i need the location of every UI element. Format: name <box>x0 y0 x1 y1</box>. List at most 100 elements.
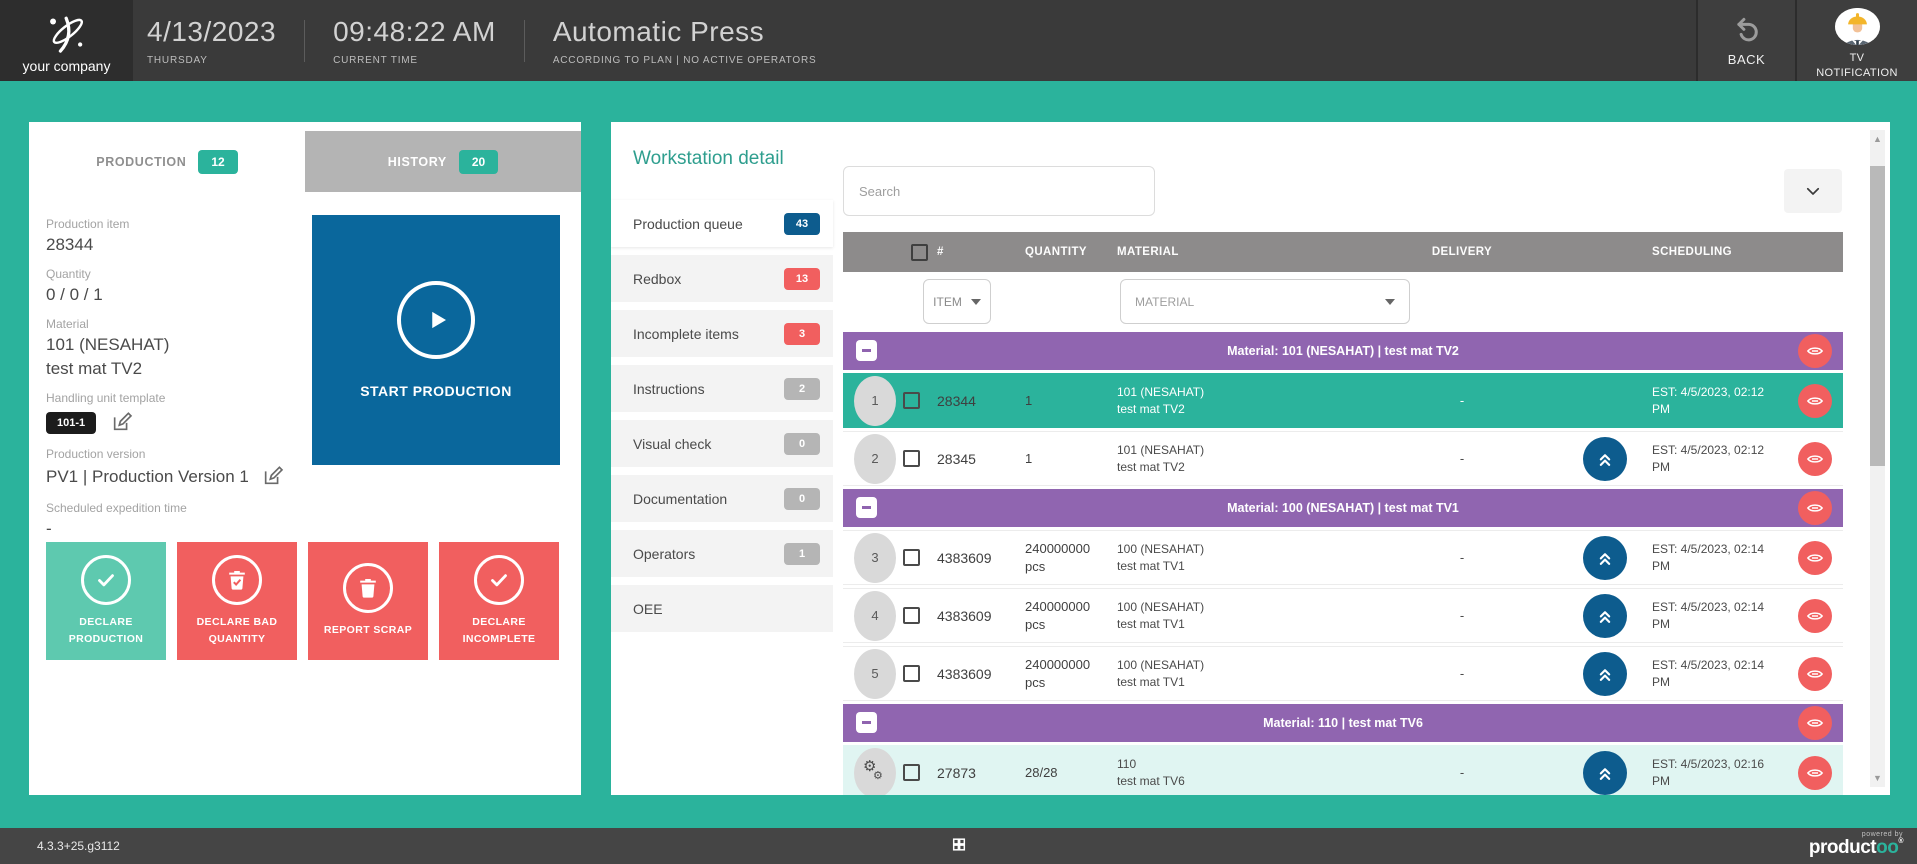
priority-up-button[interactable] <box>1583 536 1627 580</box>
material-label: Material <box>46 317 308 331</box>
collapse-group-button[interactable] <box>856 497 877 518</box>
declare-production-button[interactable]: DECLARE PRODUCTION <box>46 542 166 660</box>
row-delivery: - <box>1367 608 1557 623</box>
row-checkbox[interactable] <box>903 450 920 467</box>
declare-incomplete-button[interactable]: DECLARE INCOMPLETE <box>439 542 559 660</box>
report-scrap-button[interactable]: REPORT SCRAP <box>308 542 428 660</box>
row-eye-cell <box>1787 657 1843 691</box>
watch-row-button[interactable] <box>1798 657 1832 691</box>
top-header: your company 4/13/2023 THURSDAY 09:48:22… <box>0 0 1917 81</box>
row-item-number: 28345 <box>937 451 1025 467</box>
watch-row-button[interactable] <box>1798 384 1832 418</box>
priority-up-button[interactable] <box>1583 652 1627 696</box>
tab-production[interactable]: PRODUCTION 12 <box>29 131 305 192</box>
back-button[interactable]: BACK <box>1696 0 1795 81</box>
row-quantity-unit: pcs <box>1025 616 1117 634</box>
watch-group-button[interactable] <box>1798 706 1832 740</box>
row-material-name: test mat TV2 <box>1117 401 1367 418</box>
row-scheduling: EST: 4/5/2023, 02:14 PM <box>1652 541 1787 575</box>
menu-item-visual-check[interactable]: Visual check0 <box>611 420 833 467</box>
row-checkbox-cell <box>903 549 937 566</box>
row-item-number: 4383609 <box>937 608 1025 624</box>
select-all-checkbox[interactable] <box>911 244 928 261</box>
vertical-scrollbar[interactable]: ▲ ▼ <box>1870 130 1885 787</box>
queue-row[interactable]: ⚙⚙2787328/28110test mat TV6-EST: 4/5/202… <box>843 745 1843 795</box>
row-checkbox-cell <box>903 665 937 682</box>
menu-item-operators[interactable]: Operators1 <box>611 530 833 577</box>
undo-icon <box>1730 15 1764 45</box>
trash-check-icon <box>212 555 262 605</box>
row-material-code: 101 (NESAHAT) <box>1117 442 1367 459</box>
queue-row[interactable]: 54383609240000000pcs100 (NESAHAT)test ma… <box>843 646 1843 701</box>
watch-row-button[interactable] <box>1798 541 1832 575</box>
menu-item-badge: 0 <box>784 488 820 510</box>
menu-item-instructions[interactable]: Instructions2 <box>611 365 833 412</box>
tv-notification-button[interactable]: TV NOTIFICATION <box>1795 0 1917 81</box>
row-status-cell: 2 <box>843 434 903 484</box>
menu-item-oee[interactable]: OEE <box>611 585 833 632</box>
productoo-logo: powered by productoo® <box>1809 831 1903 857</box>
scroll-up-arrow[interactable]: ▲ <box>1870 130 1885 148</box>
watch-row-button[interactable] <box>1798 442 1832 476</box>
declare-bad-quantity-button[interactable]: DECLARE BAD QUANTITY <box>177 542 297 660</box>
priority-up-button[interactable] <box>1583 594 1627 638</box>
queue-row[interactable]: 44383609240000000pcs100 (NESAHAT)test ma… <box>843 588 1843 643</box>
row-checkbox[interactable] <box>903 607 920 624</box>
priority-up-button[interactable] <box>1583 751 1627 795</box>
watch-row-button[interactable] <box>1798 756 1832 790</box>
search-input[interactable] <box>843 166 1155 216</box>
menu-item-documentation[interactable]: Documentation0 <box>611 475 833 522</box>
queue-group-title: Material: 110 | test mat TV6 <box>843 716 1843 730</box>
row-number-circle: 5 <box>854 649 896 699</box>
row-checkbox[interactable] <box>903 549 920 566</box>
header-time: 09:48:22 AM CURRENT TIME <box>305 0 524 81</box>
row-status-cell: 3 <box>843 533 903 583</box>
row-eye-cell <box>1787 541 1843 575</box>
priority-up-button[interactable] <box>1583 437 1627 481</box>
row-checkbox[interactable] <box>903 392 920 409</box>
row-item-number: 28344 <box>937 393 1025 409</box>
production-version-value: PV1 | Production Version 1 <box>46 467 249 487</box>
menu-item-production-queue[interactable]: Production queue43 <box>611 200 833 247</box>
row-settings-circle: ⚙⚙ <box>854 748 896 796</box>
tab-history[interactable]: HISTORY 20 <box>305 131 581 192</box>
collapse-group-button[interactable] <box>856 712 877 733</box>
row-checkbox[interactable] <box>903 665 920 682</box>
edit-handling-unit-button[interactable] <box>110 411 134 435</box>
material-filter-dropdown[interactable]: MATERIAL <box>1120 279 1410 324</box>
menu-item-incomplete-items[interactable]: Incomplete items3 <box>611 310 833 357</box>
collapse-group-button[interactable] <box>856 340 877 361</box>
brand-name: productoo® <box>1809 838 1903 857</box>
menu-item-label: Incomplete items <box>633 326 784 342</box>
queue-row[interactable]: 2283451101 (NESAHAT)test mat TV2-EST: 4/… <box>843 431 1843 486</box>
tab-production-count: 12 <box>198 150 237 174</box>
row-delivery: - <box>1367 666 1557 681</box>
row-priority-cell <box>1557 751 1652 795</box>
production-queue-content: # QUANTITY MATERIAL DELIVERY SCHEDULING … <box>843 122 1843 795</box>
header-date: 4/13/2023 THURSDAY <box>133 0 304 81</box>
row-priority-cell <box>1557 652 1652 696</box>
item-filter-dropdown[interactable]: ITEM <box>923 279 991 324</box>
row-scheduling: EST: 4/5/2023, 02:14 PM <box>1652 657 1787 691</box>
tab-production-label: PRODUCTION <box>96 155 186 169</box>
menu-item-redbox[interactable]: Redbox13 <box>611 255 833 302</box>
watch-group-button[interactable] <box>1798 491 1832 525</box>
workstation-status: ACCORDING TO PLAN | NO ACTIVE OPERATORS <box>553 55 817 66</box>
row-checkbox[interactable] <box>903 764 920 781</box>
scroll-down-arrow[interactable]: ▼ <box>1870 769 1885 787</box>
column-header-quantity: QUANTITY <box>1025 246 1117 258</box>
collapse-all-button[interactable] <box>1784 169 1842 213</box>
edit-production-version-button[interactable] <box>261 465 285 489</box>
watch-group-button[interactable] <box>1798 334 1832 368</box>
apps-grid-button[interactable] <box>947 833 970 859</box>
production-version-label: Production version <box>46 447 308 461</box>
row-scheduling: EST: 4/5/2023, 02:12 PM <box>1652 384 1787 418</box>
watch-row-button[interactable] <box>1798 599 1832 633</box>
queue-row[interactable]: 34383609240000000pcs100 (NESAHAT)test ma… <box>843 530 1843 585</box>
expedition-time-label: Scheduled expedition time <box>46 501 308 515</box>
start-production-button[interactable]: START PRODUCTION <box>312 215 560 465</box>
menu-item-label: Production queue <box>633 216 784 232</box>
scrollbar-thumb[interactable] <box>1870 166 1885 466</box>
queue-row[interactable]: 1283441101 (NESAHAT)test mat TV2-EST: 4/… <box>843 373 1843 428</box>
minus-icon <box>862 506 871 509</box>
